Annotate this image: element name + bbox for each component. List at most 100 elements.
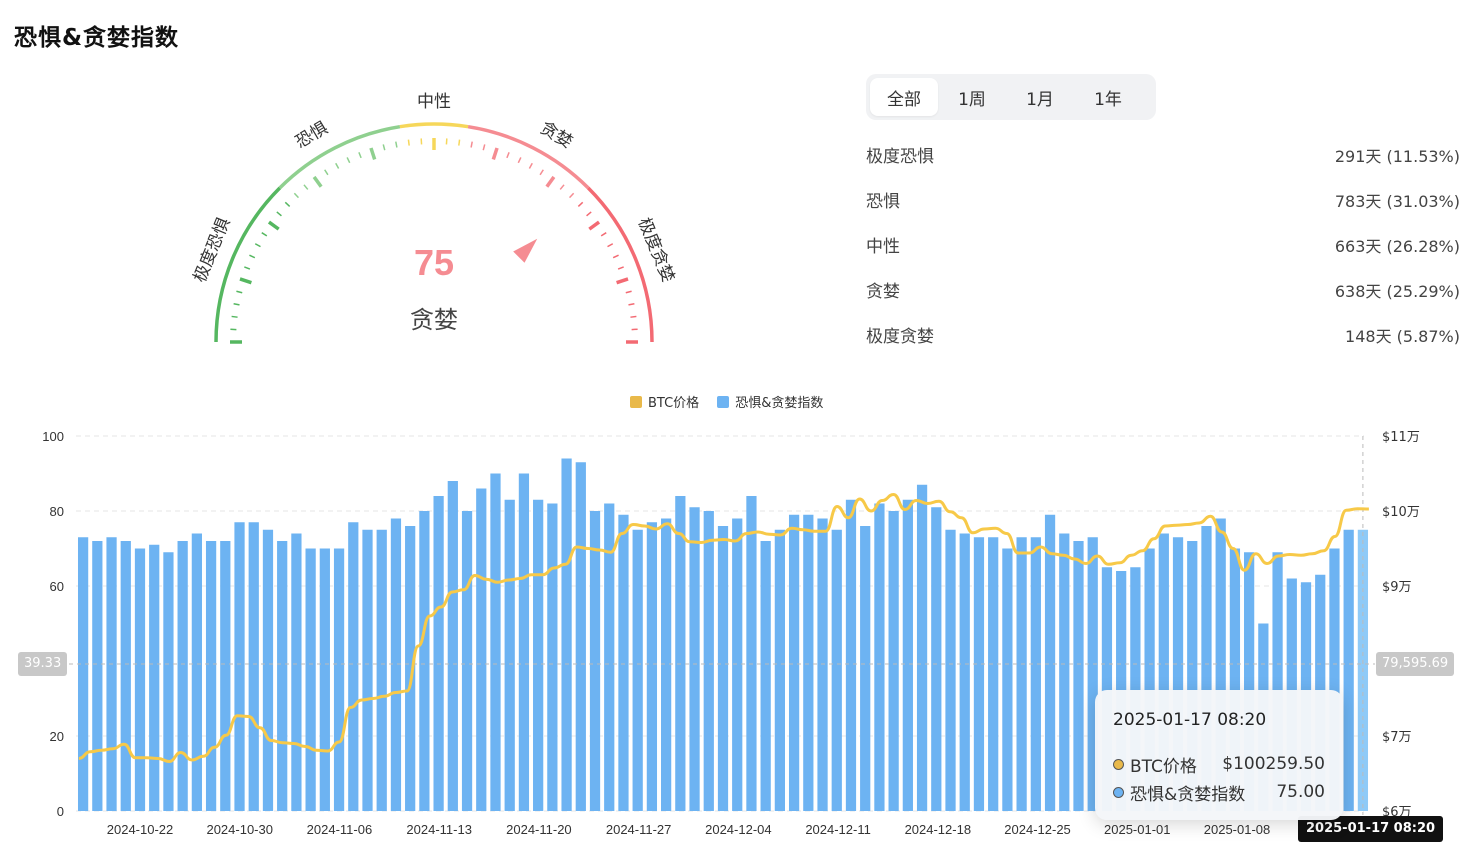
index-bar [788, 514, 800, 811]
tab-all[interactable]: 全部 [870, 78, 938, 116]
index-bar [533, 499, 544, 811]
index-bar [675, 496, 686, 811]
tab-1-month[interactable]: 1月 [1006, 78, 1074, 116]
right-axis-tick-label: $11万 [1382, 430, 1420, 445]
index-bar [874, 503, 885, 811]
fear-greed-gauge: 极度恐惧 恐惧 中性 贪婪 极度贪婪 75 贪婪 [150, 70, 720, 370]
index-bar [860, 526, 871, 811]
gauge-major-tick [545, 175, 556, 188]
index-bar [504, 499, 515, 811]
x-axis-tick-label: 2025-01-08 [1204, 822, 1271, 837]
x-axis-tick-label: 2024-11-13 [406, 822, 472, 837]
gauge-minor-tick [607, 243, 614, 248]
stat-value: 148天 (5.87%) [1345, 326, 1460, 346]
gauge-minor-tick [276, 211, 282, 217]
stat-value: 291天 (11.53%) [1334, 146, 1460, 166]
stat-value: 783天 (31.03%) [1334, 191, 1460, 211]
gauge-minor-tick [568, 192, 575, 199]
index-bar [760, 541, 771, 811]
x-axis-tick-label: 2024-11-20 [506, 822, 572, 837]
index-bar [433, 496, 444, 811]
x-axis-tick-label: 2024-12-25 [1004, 822, 1071, 837]
index-bar [333, 548, 345, 811]
tooltip-row-index: 恐惧&贪婪指数 75.00 [1113, 778, 1325, 806]
gauge-zone-arc [214, 186, 282, 343]
stat-row-extreme-fear: 极度恐惧 291天 (11.53%) [866, 132, 1460, 177]
gauge-minor-tick [293, 192, 300, 199]
gauge-zone-label: 贪婪 [536, 118, 575, 153]
index-bar [902, 499, 913, 811]
gauge-minor-tick [236, 290, 243, 294]
gauge-zone-label: 中性 [417, 92, 451, 112]
left-axis-tick-label: 100 [42, 429, 64, 444]
x-axis-tick-label: 2024-12-18 [905, 822, 972, 837]
gauge-label: 贪婪 [410, 306, 458, 334]
legend-item-fear-greed[interactable]: 恐惧&贪婪指数 [717, 392, 823, 411]
x-axis-tick-label: 2024-12-04 [705, 822, 772, 837]
index-bar [234, 522, 245, 811]
gauge-minor-tick [303, 184, 309, 190]
index-bar [547, 503, 558, 811]
gauge-minor-tick [324, 169, 329, 176]
gauge-major-tick [616, 277, 629, 285]
stat-label: 极度贪婪 [866, 327, 934, 347]
gauge-minor-tick [284, 201, 291, 208]
gauge-minor-tick [458, 139, 461, 146]
tooltip-row-btc: BTC价格 $100259.50 [1113, 750, 1325, 778]
gauge-minor-tick [517, 157, 522, 164]
index-bar [149, 544, 160, 811]
gauge-pointer-icon [513, 238, 538, 263]
right-axis-tick-label: $10万 [1382, 505, 1420, 520]
left-axis-tick-label: 0 [57, 804, 64, 819]
index-bar [988, 537, 999, 811]
index-bar [646, 522, 658, 811]
tab-1-week[interactable]: 1周 [938, 78, 1006, 116]
range-tabs: 全部 1周 1月 1年 [866, 74, 1156, 120]
gauge-major-tick [491, 147, 499, 160]
gauge-zone-label: 恐惧 [292, 118, 331, 153]
index-bar [461, 511, 473, 811]
chart-tooltip: 2025-01-17 08:20 BTC价格 $100259.50 恐惧&贪婪指… [1095, 690, 1343, 820]
chart-legend: BTC价格 恐惧&贪婪指数 [630, 392, 823, 411]
legend-swatch [630, 395, 642, 408]
index-bar [77, 537, 89, 811]
sentiment-stats: 极度恐惧 291天 (11.53%) 恐惧 783天 (31.03%) 中性 6… [866, 132, 1460, 357]
gauge-minor-tick [600, 232, 607, 237]
gauge-minor-tick [261, 232, 268, 237]
index-bar [163, 552, 174, 811]
gauge-minor-tick [617, 266, 624, 270]
gauge-minor-tick [586, 211, 592, 217]
gauge-minor-tick [335, 162, 340, 169]
index-bar [1002, 548, 1013, 811]
gauge-minor-tick [482, 144, 486, 151]
gauge-minor-tick [612, 254, 619, 259]
tooltip-value: 75.00 [1276, 782, 1325, 802]
index-bar [191, 533, 202, 811]
index-bar [618, 514, 629, 811]
index-bar [220, 541, 231, 811]
gauge-minor-tick [358, 152, 362, 159]
gauge-major-tick [239, 277, 252, 285]
gauge-minor-tick [628, 303, 635, 306]
index-bar [262, 529, 274, 811]
gauge-minor-tick [254, 243, 261, 248]
gauge-major-tick [312, 175, 323, 188]
index-bar [589, 511, 601, 811]
index-bar [248, 522, 259, 811]
gauge-minor-tick [528, 162, 533, 169]
tab-1-year[interactable]: 1年 [1074, 78, 1142, 116]
gauge-minor-tick [539, 169, 544, 176]
index-bar [1073, 541, 1084, 811]
index-bar [419, 511, 430, 811]
index-bar [305, 548, 316, 811]
index-bar [490, 473, 501, 811]
gauge-minor-tick [559, 184, 565, 190]
index-bar [717, 526, 729, 811]
gauge-minor-tick [470, 141, 473, 148]
legend-item-btc-price[interactable]: BTC价格 [630, 392, 699, 411]
index-bar [518, 473, 530, 811]
stat-row-fear: 恐惧 783天 (31.03%) [866, 177, 1460, 222]
gauge-minor-tick [395, 141, 398, 148]
tooltip-date: 2025-01-17 08:20 [1113, 710, 1267, 730]
page-title: 恐惧&贪婪指数 [14, 25, 180, 51]
